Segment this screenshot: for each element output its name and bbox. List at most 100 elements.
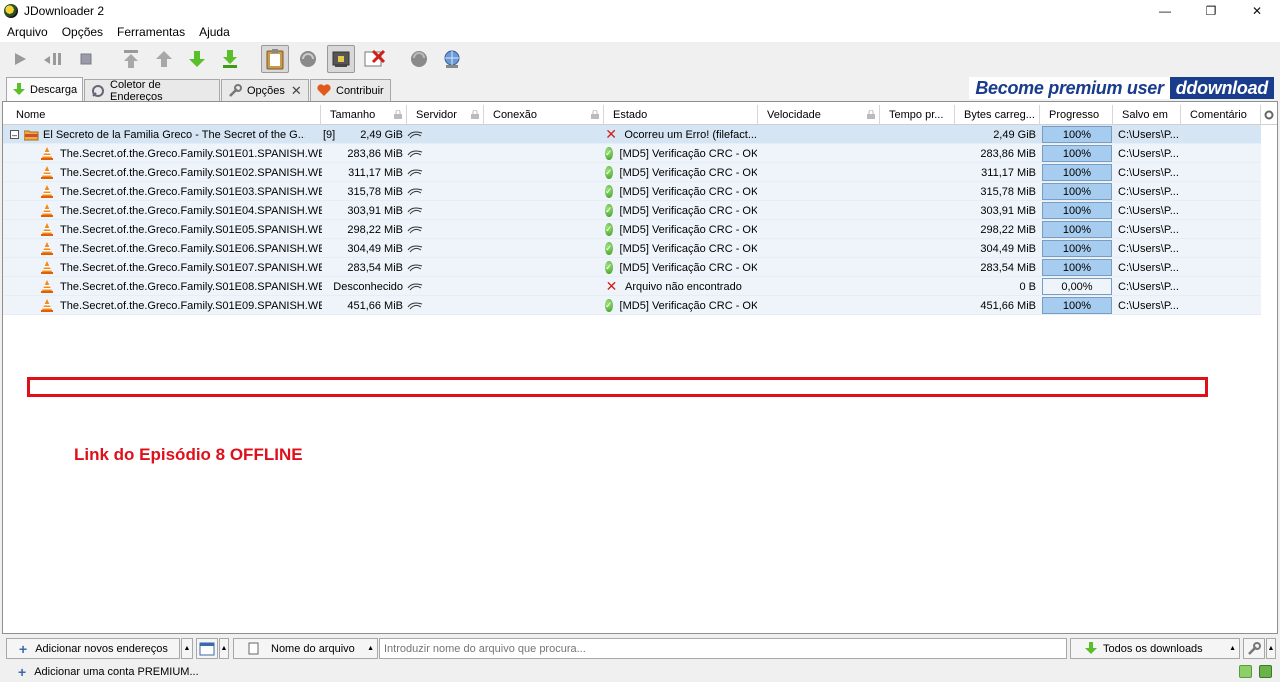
menu-ferramentas[interactable]: Ferramentas	[110, 25, 192, 39]
vlc-file-icon	[41, 185, 53, 198]
file-row[interactable]: The.Secret.of.the.Greco.Family.S01E09.SP…	[3, 296, 1261, 315]
move-down-button[interactable]	[183, 45, 211, 73]
file-saved-path: C:\Users\P...	[1118, 147, 1179, 160]
column-nome[interactable]: Nome	[7, 105, 321, 125]
view-filter-label: Todos os downloads	[1103, 642, 1203, 655]
premium-banner[interactable]: Become premium user ddownload	[969, 77, 1274, 99]
minimize-button[interactable]: —	[1142, 0, 1188, 22]
menu-opcoes[interactable]: Opções	[55, 25, 110, 39]
update-button[interactable]	[405, 45, 433, 73]
file-status: [MD5] Verificação CRC - OK	[619, 185, 757, 198]
file-progress-bar: 100%	[1042, 259, 1112, 276]
file-row[interactable]: The.Secret.of.the.Greco.Family.S01E04.SP…	[3, 201, 1261, 220]
search-input[interactable]	[379, 638, 1067, 659]
column-velocidade[interactable]: Velocidade	[758, 105, 880, 125]
maximize-button[interactable]: ❐	[1188, 0, 1234, 22]
file-bytes: 298,22 MiB	[980, 223, 1036, 236]
stop-icon	[80, 53, 92, 65]
bottom-settings-button[interactable]	[1243, 638, 1265, 659]
file-row[interactable]: The.Secret.of.the.Greco.Family.S01E05.SP…	[3, 220, 1261, 239]
column-bytes-carregados[interactable]: Bytes carreg...	[955, 105, 1040, 125]
file-progress-bar: 100%	[1042, 183, 1112, 200]
add-links-dropdown[interactable]: ▲	[181, 638, 193, 659]
move-up-button[interactable]	[150, 45, 178, 73]
view-options-button[interactable]	[196, 638, 218, 659]
close-button[interactable]: ✕	[1234, 0, 1280, 22]
file-name: The.Secret.of.the.Greco.Family.S01E02.SP…	[60, 166, 322, 179]
package-progress-bar: 100%	[1042, 126, 1112, 143]
column-settings-icon[interactable]	[1261, 105, 1277, 125]
hoster-icon	[407, 283, 423, 290]
start-downloads-button[interactable]	[6, 45, 34, 73]
add-links-button[interactable]: + Adicionar novos endereços	[6, 638, 180, 659]
caret-up-icon: ▲	[183, 645, 191, 652]
column-salvo-em[interactable]: Salvo em	[1113, 105, 1181, 125]
package-status: Ocorreu um Erro! (filefact...	[624, 128, 757, 141]
file-row[interactable]: The.Secret.of.the.Greco.Family.S01E03.SP…	[3, 182, 1261, 201]
file-row[interactable]: The.Secret.of.the.Greco.Family.S01E08.SP…	[3, 277, 1261, 296]
view-filter-selector[interactable]: Todos os downloads ▲	[1070, 638, 1240, 659]
reconnect-button[interactable]	[294, 45, 322, 73]
move-bottom-button[interactable]	[216, 45, 244, 73]
vlc-file-icon	[41, 242, 53, 255]
clipboard-observer-button[interactable]	[261, 45, 289, 73]
search-field-label: Nome do arquivo	[271, 642, 355, 655]
column-estado[interactable]: Estado	[604, 105, 758, 125]
check-icon: ✓	[605, 299, 613, 312]
file-progress-bar: 100%	[1042, 164, 1112, 181]
menu-ajuda[interactable]: Ajuda	[192, 25, 237, 39]
tab-contribuir[interactable]: Contribuir	[310, 79, 391, 101]
check-icon: ✓	[605, 204, 613, 217]
vlc-file-icon	[41, 261, 53, 274]
file-row[interactable]: The.Secret.of.the.Greco.Family.S01E06.SP…	[3, 239, 1261, 258]
bottom-settings-dropdown[interactable]: ▲	[1266, 638, 1276, 659]
file-status: [MD5] Verificação CRC - OK	[619, 223, 757, 236]
file-row[interactable]: The.Secret.of.the.Greco.Family.S01E07.SP…	[3, 258, 1261, 277]
lock-icon	[394, 110, 402, 119]
error-x-icon: ✕	[605, 278, 618, 294]
jdownloader-logo-icon	[4, 4, 18, 18]
linkgrabber-icon	[91, 84, 105, 98]
close-tab-icon[interactable]: ✕	[291, 83, 302, 99]
column-progresso[interactable]: Progresso	[1040, 105, 1113, 125]
file-status: [MD5] Verificação CRC - OK	[619, 166, 757, 179]
file-size: 283,54 MiB	[347, 261, 403, 274]
move-top-button[interactable]	[117, 45, 145, 73]
file-size: 311,17 MiB	[348, 166, 403, 179]
column-tempo-restante[interactable]: Tempo pr...	[880, 105, 955, 125]
column-conexao[interactable]: Conexão	[484, 105, 604, 125]
package-row[interactable]: – El Secreto de la Familia Greco - The S…	[3, 125, 1261, 144]
tab-coletor-de-enderecos[interactable]: Coletor de Endereços	[84, 79, 220, 103]
file-row[interactable]: The.Secret.of.the.Greco.Family.S01E01.SP…	[3, 144, 1261, 163]
check-icon: ✓	[605, 166, 613, 179]
caret-up-icon: ▲	[1267, 645, 1275, 652]
view-options-dropdown[interactable]: ▲	[219, 638, 229, 659]
pause-downloads-button[interactable]	[39, 45, 67, 73]
reconnect-icon	[300, 51, 316, 67]
download-status-icon[interactable]	[1259, 665, 1272, 678]
clean-up-button[interactable]	[360, 45, 388, 73]
column-comentario[interactable]: Comentário	[1181, 105, 1261, 125]
column-servidor[interactable]: Servidor	[407, 105, 484, 125]
document-icon	[248, 642, 259, 655]
arrow-up-icon	[156, 51, 172, 67]
stop-downloads-button[interactable]	[72, 45, 100, 73]
vlc-file-icon	[41, 204, 53, 217]
plus-icon: +	[18, 663, 27, 680]
menu-arquivo[interactable]: Arquivo	[0, 25, 55, 39]
collapse-toggle-icon[interactable]: –	[10, 130, 19, 140]
tab-descarga[interactable]: Descarga	[6, 77, 83, 101]
search-field-selector[interactable]: Nome do arquivo ▲	[233, 638, 378, 659]
add-premium-account-link[interactable]: Adicionar uma conta PREMIUM...	[34, 666, 198, 678]
column-tamanho[interactable]: Tamanho	[321, 105, 407, 125]
update-available-icon[interactable]	[1239, 665, 1252, 678]
caret-up-icon: ▲	[1229, 645, 1236, 652]
tab-opcoes[interactable]: Opções ✕	[221, 79, 309, 101]
file-status: [MD5] Verificação CRC - OK	[619, 242, 757, 255]
auto-reconnect-button[interactable]	[327, 45, 355, 73]
package-folder-icon	[24, 130, 39, 140]
file-row[interactable]: The.Secret.of.the.Greco.Family.S01E02.SP…	[3, 163, 1261, 182]
network-settings-button[interactable]	[438, 45, 466, 73]
file-bytes: 283,54 MiB	[980, 261, 1036, 274]
file-status: Arquivo não encontrado	[625, 280, 742, 293]
